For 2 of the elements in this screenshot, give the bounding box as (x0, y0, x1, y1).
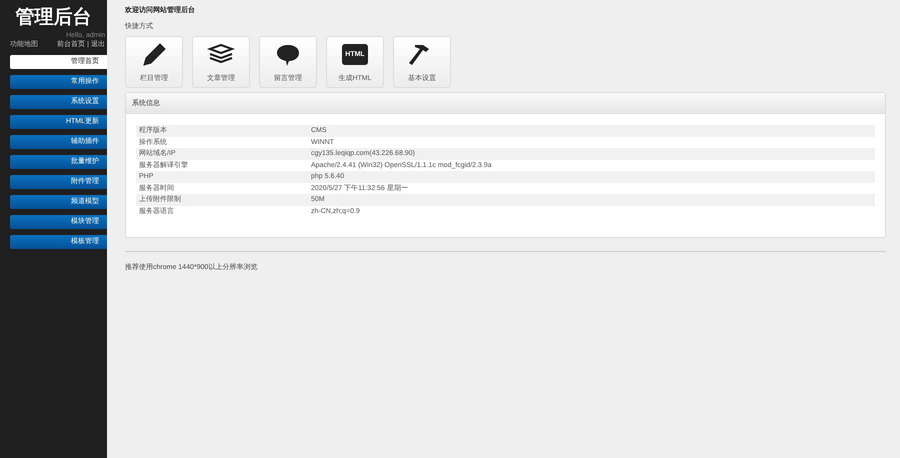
logo-title: 管理后台 (16, 6, 92, 30)
pencil-icon (141, 42, 167, 68)
